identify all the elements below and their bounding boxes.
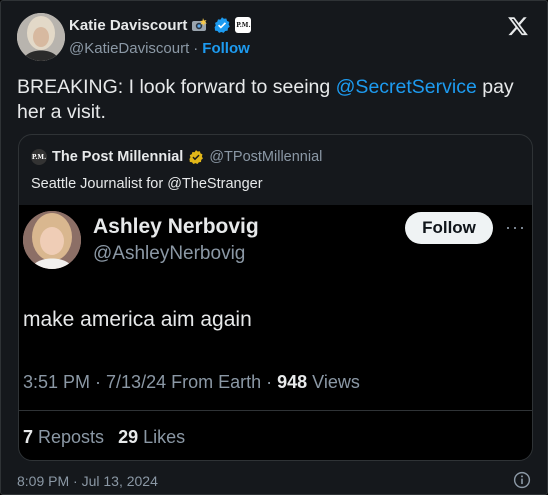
reposts-label: Reposts	[38, 427, 105, 447]
more-options-icon: ···	[505, 217, 526, 237]
author-avatar[interactable]	[17, 13, 65, 61]
info-icon[interactable]	[513, 471, 531, 489]
views-label: Views	[307, 372, 360, 392]
tweet-embed-card: Katie Daviscourt P.M. @KatieDaviscourt ·…	[0, 0, 548, 495]
screenshot-meta: 3:51 PM · 7/13/24 From Earth · 948 Views	[23, 372, 360, 393]
likes-stat: 29 Likes	[118, 427, 185, 448]
verified-blue-icon	[214, 17, 231, 33]
quoted-author-name: The Post Millennial	[52, 149, 184, 165]
quoted-author-handle: @TPostMillennial	[209, 149, 323, 165]
x-logo-icon[interactable]	[507, 15, 529, 37]
likes-count: 29	[118, 427, 139, 447]
verified-gold-icon	[189, 150, 204, 164]
views-count: 948	[277, 372, 308, 392]
screenshot-follow-button: Follow	[405, 212, 493, 244]
author-handle-row: @KatieDaviscourt · Follow	[69, 40, 250, 57]
reposts-stat: 7 Reposts	[23, 427, 104, 448]
embedded-screenshot: Ashley Nerbovig @AshleyNerbovig Follow ·…	[19, 205, 532, 460]
likes-label: Likes	[143, 427, 186, 447]
follow-link[interactable]: Follow	[202, 40, 250, 57]
separator-dot: ·	[193, 40, 199, 57]
divider	[19, 410, 532, 411]
screenshot-avatar	[23, 211, 81, 269]
tweet-timestamp[interactable]: 8:09 PM · Jul 13, 2024	[17, 473, 158, 489]
screenshot-stats: 7 Reposts 29 Likes	[23, 427, 185, 448]
author-name-row: Katie Daviscourt P.M.	[69, 16, 252, 34]
tweet-text-start: BREAKING: I look forward to seeing	[17, 76, 336, 98]
quoted-tweet-header: P.M. The Post Millennial @TPostMillennia…	[31, 149, 322, 165]
reposts-count: 7	[23, 427, 34, 447]
screenshot-author-handle: @AshleyNerbovig	[93, 243, 246, 264]
tweet-text: BREAKING: I look forward to seeing @Secr…	[17, 75, 527, 125]
screenshot-time-source: 3:51 PM · 7/13/24 From Earth ·	[23, 372, 278, 392]
screenshot-tweet-text: make america aim again	[23, 308, 252, 331]
quoted-tweet[interactable]: P.M. The Post Millennial @TPostMillennia…	[18, 134, 533, 461]
screenshot-author-name: Ashley Nerbovig	[93, 215, 259, 238]
quoted-author-avatar: P.M.	[31, 149, 47, 165]
affiliate-badge[interactable]: P.M.	[235, 17, 252, 33]
camera-emoji-icon	[192, 18, 208, 31]
quoted-tweet-text: Seattle Journalist for @TheStranger	[31, 176, 263, 192]
author-handle[interactable]: @KatieDaviscourt	[69, 40, 189, 57]
author-name[interactable]: Katie Daviscourt	[69, 17, 187, 34]
mention-link[interactable]: @SecretService	[336, 76, 477, 98]
